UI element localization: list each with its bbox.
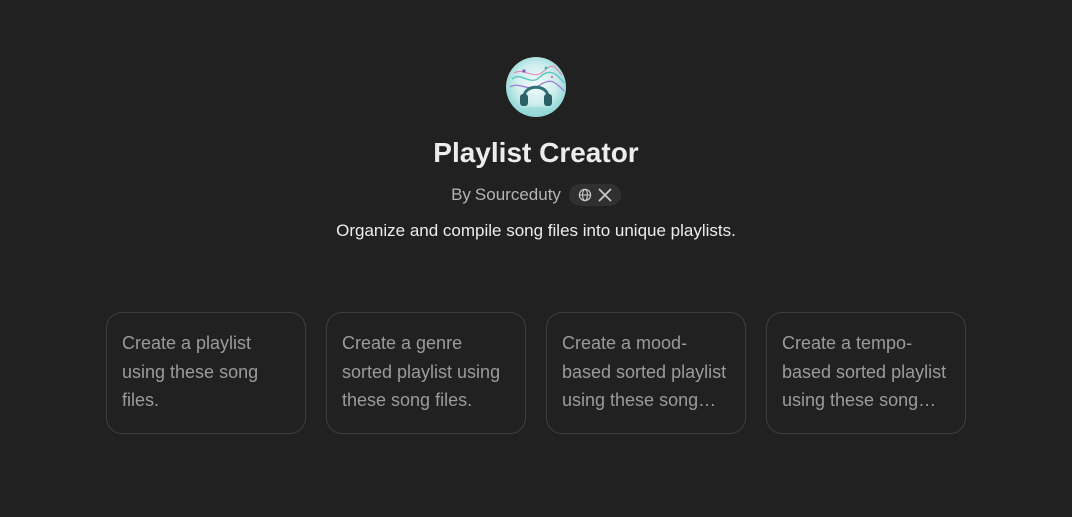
author-prefix: By xyxy=(451,185,471,204)
gpt-description: Organize and compile song files into uni… xyxy=(336,221,736,240)
gpt-landing: Playlist Creator By Sourceduty Organize … xyxy=(0,0,1072,517)
author-name: Sourceduty xyxy=(474,185,561,204)
prompt-card[interactable]: Create a playlist using these song files… xyxy=(106,312,306,434)
x-logo-icon[interactable] xyxy=(598,188,612,202)
social-links xyxy=(568,184,621,206)
author-line: By Sourceduty xyxy=(0,182,1072,208)
conversation-starters: Create a playlist using these song files… xyxy=(106,312,966,434)
gpt-avatar xyxy=(506,57,566,117)
prompt-text: Create a mood-based sorted playlist usin… xyxy=(562,333,727,410)
globe-icon[interactable] xyxy=(578,188,592,202)
headphones-music-icon xyxy=(506,57,566,117)
prompt-card[interactable]: Create a mood-based sorted playlist usin… xyxy=(546,312,746,434)
prompt-card[interactable]: Create a genre sorted playlist using the… xyxy=(326,312,526,434)
prompt-text: Create a tempo-based sorted playlist usi… xyxy=(782,333,947,410)
prompt-card[interactable]: Create a tempo-based sorted playlist usi… xyxy=(766,312,966,434)
gpt-title: Playlist Creator xyxy=(433,137,639,168)
prompt-text: Create a playlist using these song files… xyxy=(122,333,259,410)
prompt-text: Create a genre sorted playlist using the… xyxy=(342,333,501,410)
